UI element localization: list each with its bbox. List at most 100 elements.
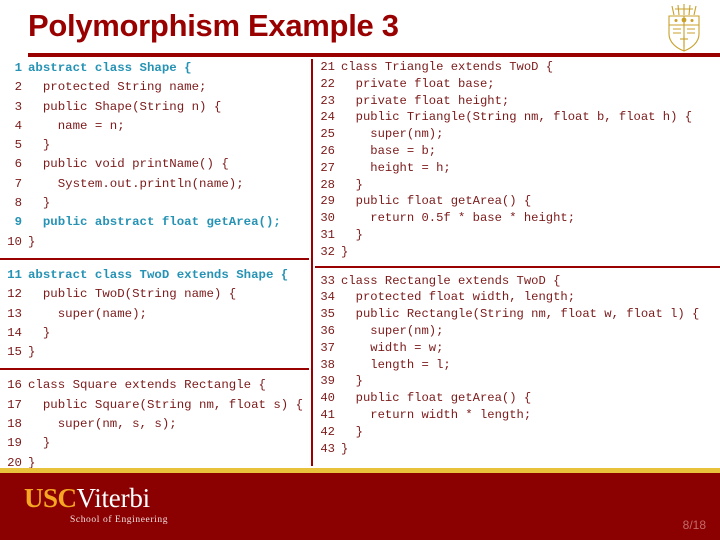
code-line: 14 } bbox=[0, 324, 309, 343]
code-text: width = w; bbox=[341, 340, 444, 355]
line-number: 3 bbox=[14, 99, 22, 114]
line-number: 26 bbox=[320, 143, 335, 158]
line-number: 43 bbox=[320, 441, 335, 456]
line-number: 2 bbox=[14, 80, 22, 95]
code-block-divider bbox=[0, 368, 309, 371]
slide-header: Polymorphism Example 3 bbox=[0, 0, 720, 58]
usc-viterbi-logo: USCViterbi School of Engineering bbox=[24, 483, 244, 526]
code-line: 26 base = b; bbox=[315, 143, 720, 160]
line-number: 30 bbox=[320, 211, 335, 226]
code-text: abstract class Shape { bbox=[28, 61, 192, 75]
line-number: 33 bbox=[320, 273, 335, 288]
line-number: 4 bbox=[14, 118, 22, 133]
code-text: } bbox=[28, 138, 51, 153]
line-number: 5 bbox=[14, 138, 22, 153]
code-line: 19 } bbox=[0, 434, 309, 453]
code-text: } bbox=[28, 234, 36, 249]
code-line: 10} bbox=[0, 233, 309, 252]
code-line: 21 class Triangle extends TwoD { bbox=[315, 59, 720, 76]
code-line: 34 protected float width, length; bbox=[315, 289, 720, 306]
line-number: 13 bbox=[7, 306, 22, 321]
code-line: 27 height = h; bbox=[315, 160, 720, 177]
code-text: length = l; bbox=[341, 357, 451, 372]
column-divider bbox=[311, 59, 313, 466]
line-number: 42 bbox=[320, 424, 335, 439]
line-number: 24 bbox=[320, 110, 335, 125]
code-line: 6 public void printName() { bbox=[0, 155, 309, 174]
line-number: 40 bbox=[320, 391, 335, 406]
code-line: 2 protected String name; bbox=[0, 78, 309, 97]
code-line: 4 name = n; bbox=[0, 117, 309, 136]
line-number: 32 bbox=[320, 244, 335, 259]
line-number: 31 bbox=[320, 227, 335, 242]
line-number: 15 bbox=[7, 345, 22, 360]
code-text: return 0.5f * base * height; bbox=[341, 211, 576, 226]
code-text: System.out.println(name); bbox=[28, 176, 244, 191]
code-line: 31 } bbox=[315, 227, 720, 244]
code-block: 33 class Rectangle extends TwoD {34 prote… bbox=[315, 273, 720, 458]
usc-shield-crest-icon bbox=[668, 4, 700, 52]
code-text: public float getArea() { bbox=[341, 194, 532, 209]
logo-usc-text: USC bbox=[24, 483, 77, 513]
logo-subtitle: School of Engineering bbox=[70, 515, 169, 525]
code-line: 24 public Triangle(String nm, float b, f… bbox=[315, 109, 720, 126]
code-text: public void printName() { bbox=[28, 157, 229, 172]
code-text: } bbox=[28, 345, 36, 360]
code-text: } bbox=[341, 177, 363, 192]
code-text: return width * length; bbox=[341, 407, 532, 422]
line-number: 16 bbox=[7, 378, 22, 393]
code-line: 38 length = l; bbox=[315, 357, 720, 374]
line-number: 22 bbox=[320, 76, 335, 91]
code-text: protected String name; bbox=[28, 80, 207, 95]
code-text: height = h; bbox=[341, 160, 451, 175]
line-number: 19 bbox=[7, 436, 22, 451]
code-line: 11 abstract class TwoD extends Shape { bbox=[0, 266, 309, 285]
line-number: 41 bbox=[320, 407, 335, 422]
line-number: 34 bbox=[320, 290, 335, 305]
title-divider-rule bbox=[28, 53, 720, 57]
line-number: 36 bbox=[320, 323, 335, 338]
code-text: super(name); bbox=[28, 306, 147, 321]
code-line: 41 return width * length; bbox=[315, 407, 720, 424]
code-block: 21 class Triangle extends TwoD {22 privat… bbox=[315, 59, 720, 261]
code-text: public Triangle(String nm, float b, floa… bbox=[341, 110, 693, 125]
code-block-divider bbox=[315, 265, 720, 268]
code-line: 7 System.out.println(name); bbox=[0, 175, 309, 194]
code-line: 42 } bbox=[315, 424, 720, 441]
code-line: 17 public Square(String nm, float s) { bbox=[0, 396, 309, 415]
code-line: 3 public Shape(String n) { bbox=[0, 98, 309, 117]
code-text: class Rectangle extends TwoD { bbox=[341, 273, 561, 288]
line-number: 28 bbox=[320, 177, 335, 192]
code-line: 15} bbox=[0, 343, 309, 362]
code-line: 33 class Rectangle extends TwoD { bbox=[315, 273, 720, 290]
code-text: public abstract float getArea(); bbox=[28, 215, 281, 230]
code-line: 37 width = w; bbox=[315, 340, 720, 357]
line-number: 7 bbox=[14, 176, 22, 191]
code-line: 36 super(nm); bbox=[315, 323, 720, 340]
code-line: 28 } bbox=[315, 177, 720, 194]
code-block: 1 abstract class Shape {2 protected Strin… bbox=[0, 59, 309, 252]
code-line: 25 super(nm); bbox=[315, 126, 720, 143]
code-text: protected float width, length; bbox=[341, 290, 576, 305]
code-line: 29 public float getArea() { bbox=[315, 193, 720, 210]
code-line: 43} bbox=[315, 441, 720, 458]
code-listing-area: 1 abstract class Shape {2 protected Strin… bbox=[0, 59, 720, 470]
code-text: private float base; bbox=[341, 76, 495, 91]
code-line: 30 return 0.5f * base * height; bbox=[315, 210, 720, 227]
page-number: 8/18 bbox=[682, 518, 706, 532]
code-line: 9 public abstract float getArea(); bbox=[0, 213, 309, 232]
code-text: } bbox=[28, 325, 51, 340]
line-number: 18 bbox=[7, 417, 22, 432]
footer-gold-accent-bar bbox=[0, 468, 720, 473]
line-number: 29 bbox=[320, 194, 335, 209]
code-block: 11 abstract class TwoD extends Shape {12 … bbox=[0, 266, 309, 362]
line-number: 35 bbox=[320, 307, 335, 322]
code-text: } bbox=[28, 196, 51, 211]
code-line: 40 public float getArea() { bbox=[315, 390, 720, 407]
code-block-divider bbox=[0, 257, 309, 260]
line-number: 25 bbox=[320, 127, 335, 142]
logo-viterbi-text: Viterbi bbox=[76, 483, 151, 513]
code-text: base = b; bbox=[341, 143, 437, 158]
code-line: 35 public Rectangle(String nm, float w, … bbox=[315, 306, 720, 323]
code-text: } bbox=[341, 424, 363, 439]
